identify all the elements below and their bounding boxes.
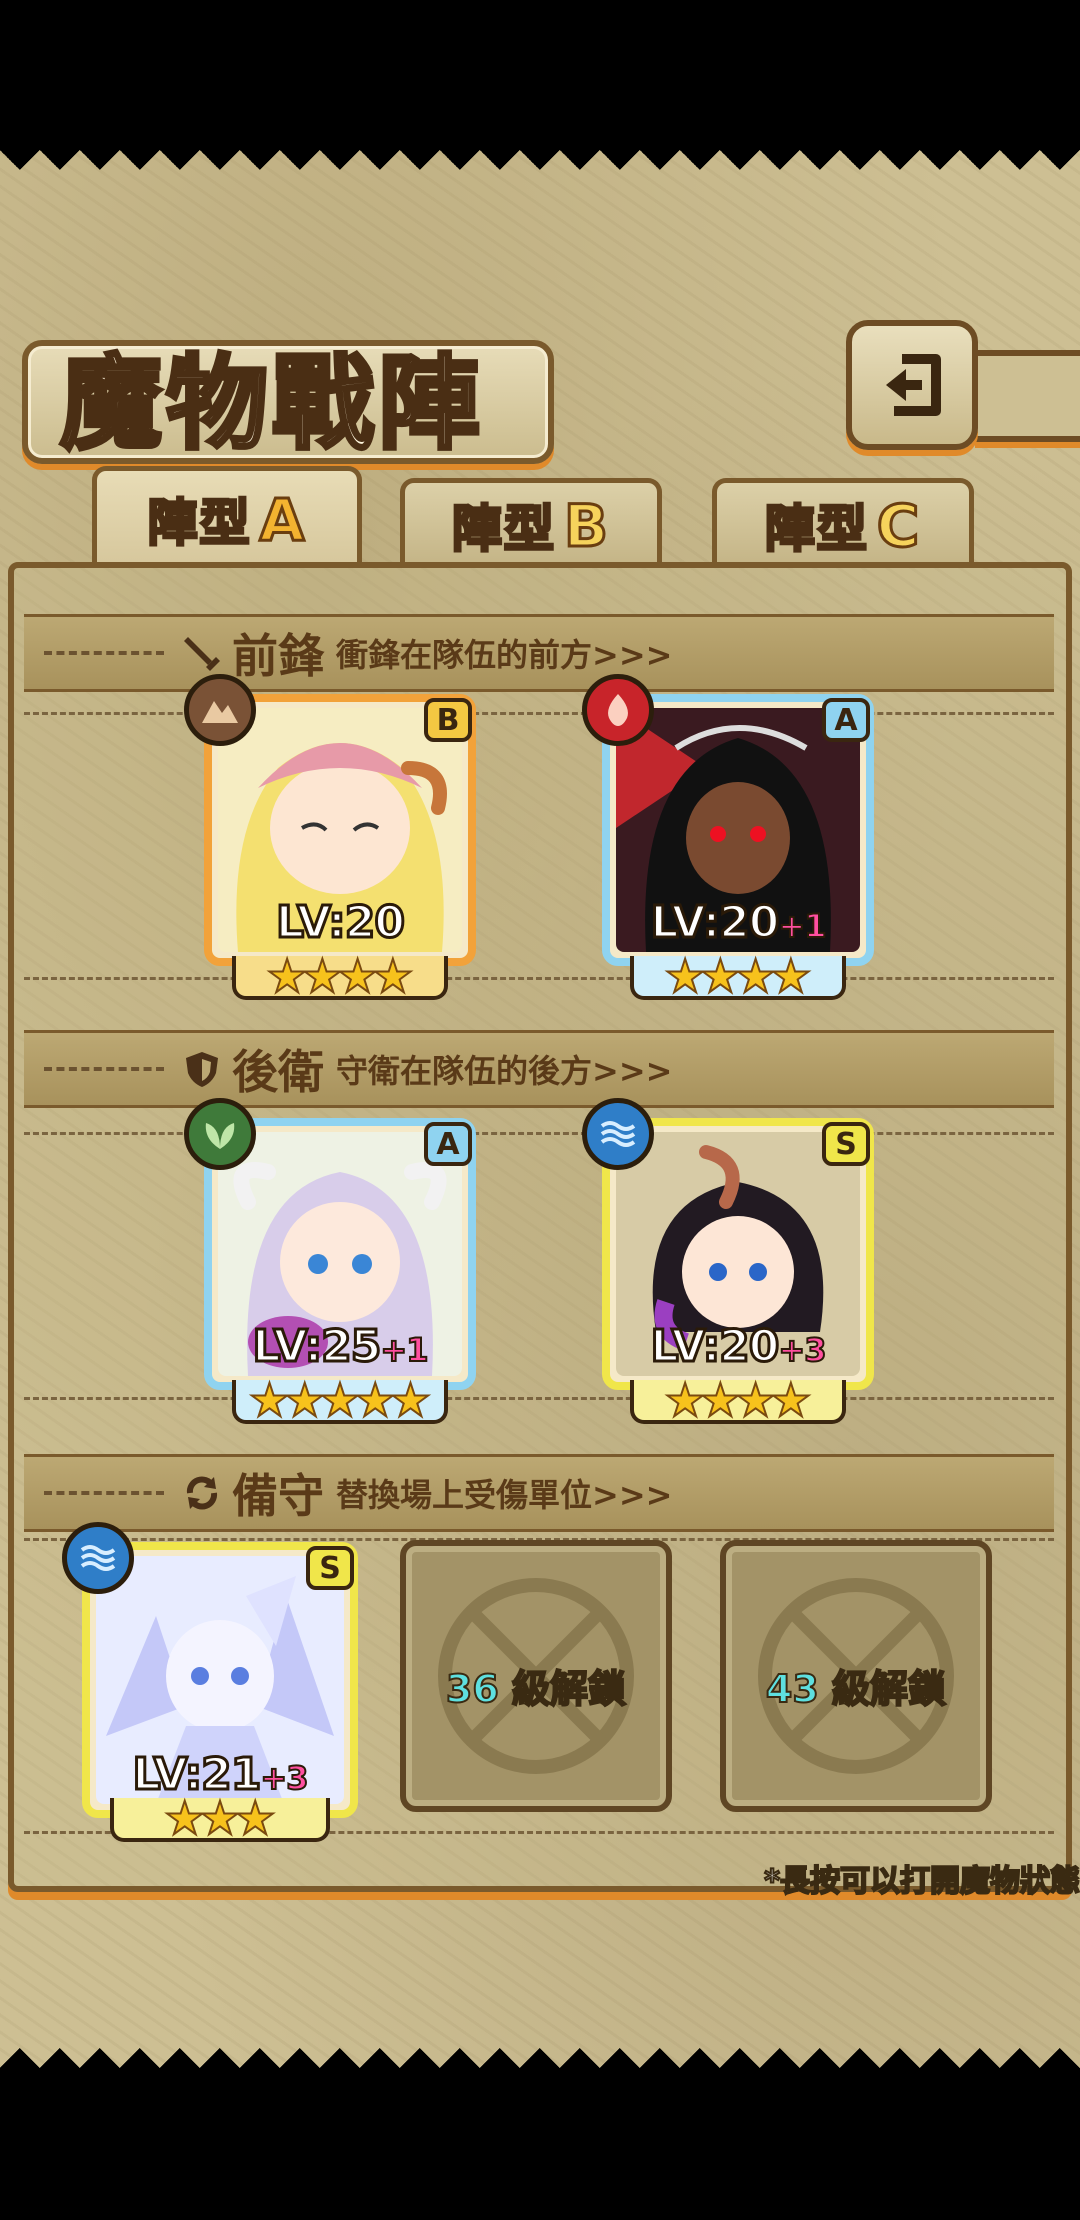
rank-badge: S [822,1122,870,1166]
locked-slot[interactable]: 43 級解鎖 [720,1540,992,1812]
star-icon: ★ [234,1791,277,1845]
star-rating: ★ ★ ★ ★ ★ [232,1373,448,1427]
water-element-icon [62,1522,134,1594]
section-reserve-name: 備守 [232,1469,324,1523]
page-title: 魔物戰陣 [58,342,484,466]
tab-letter: C [875,490,922,561]
long-press-hint: *長按可以打開魔物狀態 [763,1863,1080,1900]
monster-card[interactable]: A LV:25+1 [184,1098,476,1390]
water-element-icon [582,1098,654,1170]
monster-level: LV:25+1 [251,1320,429,1374]
earth-element-icon [184,674,256,746]
locked-slot[interactable]: 36 級解鎖 [400,1540,672,1812]
front-row [24,712,1054,980]
tab-formation-b[interactable]: 陣型 B [400,478,662,566]
section-front-header: 前鋒 衝鋒在隊伍的前方>>> [24,614,1054,692]
tab-label: 陣型 [450,498,556,559]
section-back-header: 後衛 守衛在隊伍的後方>>> [24,1030,1054,1108]
wood-element-icon [184,1098,256,1170]
unlock-text: 級解鎖 [831,1666,947,1712]
tab-label: 陣型 [146,492,252,553]
rank-badge: S [306,1546,354,1590]
monster-level: LV:20+1 [649,896,827,950]
star-rating: ★ ★ ★ [110,1791,330,1845]
tab-letter: B [562,490,611,561]
section-reserve-header: 備守 替換場上受傷單位>>> [24,1454,1054,1532]
rank-badge: A [424,1122,472,1166]
section-reserve-desc: 替換場上受傷單位>>> [336,1476,673,1514]
torn-edge-bottom [0,2028,1080,2068]
back-button[interactable] [846,320,978,450]
back-row [24,1132,1054,1400]
fire-element-icon [582,674,654,746]
back-rail [975,350,1080,442]
star-icon: ★ [371,949,414,1003]
shield-icon [180,1047,224,1091]
tab-formation-a[interactable]: 陣型 A [92,466,362,566]
monster-card[interactable]: S LV:21+3 [62,1522,358,1818]
section-front-name: 前鋒 [232,629,324,683]
unlock-text: 級解鎖 [511,1666,627,1712]
tab-letter: A [258,484,307,555]
tab-formation-c[interactable]: 陣型 C [712,478,974,566]
rank-badge: B [424,698,472,742]
monster-level: LV:20+3 [649,1320,827,1374]
star-rating: ★ ★ ★ ★ [630,949,846,1003]
monster-card[interactable]: A LV:20+1 [582,674,874,966]
section-front-desc: 衝鋒在隊伍的前方>>> [336,636,673,674]
section-back-name: 後衛 [232,1045,324,1099]
star-icon: ★ [769,949,812,1003]
section-back-desc: 守衛在隊伍的後方>>> [336,1052,673,1090]
tab-label: 陣型 [763,498,869,559]
swap-icon [180,1471,224,1515]
star-icon: ★ [389,1373,432,1427]
unlock-level: 36 [445,1666,500,1712]
torn-edge-top [0,150,1080,190]
rank-badge: A [822,698,870,742]
monster-level: LV:20 [275,896,407,950]
back-arrow-icon [886,354,941,416]
unlock-level: 43 [765,1666,820,1712]
star-icon: ★ [769,1373,812,1427]
monster-card[interactable]: S LV:20+3 [582,1098,874,1390]
star-rating: ★ ★ ★ ★ [630,1373,846,1427]
sword-icon [180,631,224,675]
monster-card[interactable]: B LV:20 [184,674,476,966]
star-rating: ★ ★ ★ ★ [232,949,448,1003]
